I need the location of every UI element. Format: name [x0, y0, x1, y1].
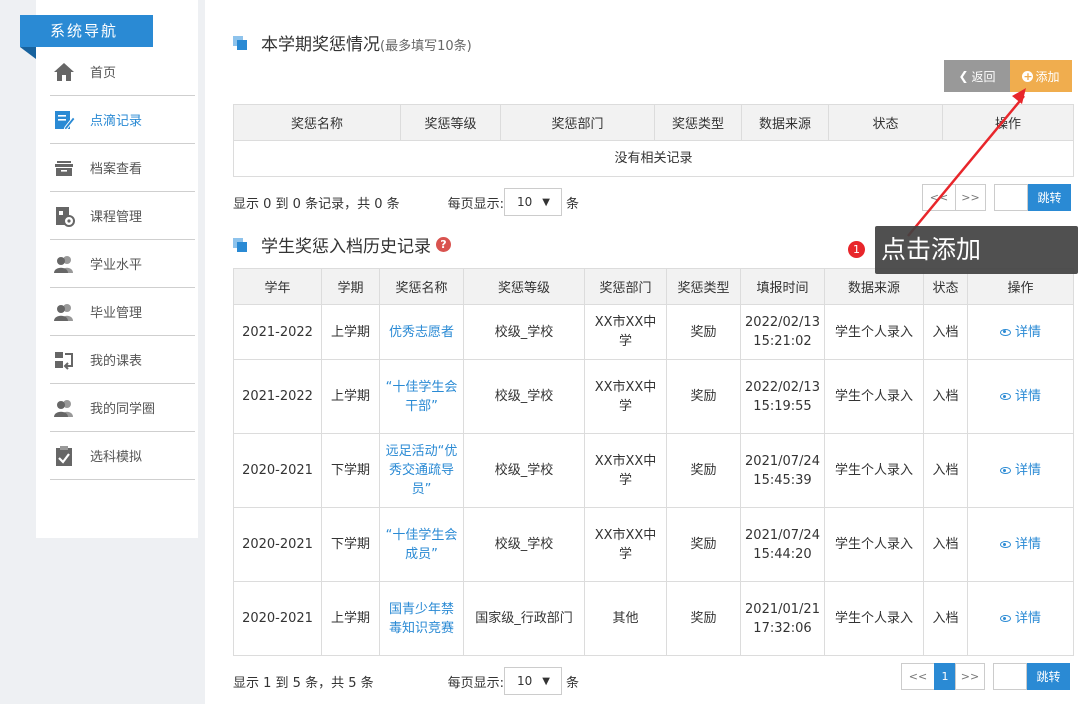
arrow-head	[1012, 88, 1026, 104]
annotation-callout: 点击添加	[875, 226, 1078, 274]
annotation-arrow	[907, 88, 1026, 237]
step-badge: 1	[848, 241, 865, 258]
arrow-line	[907, 95, 1025, 237]
